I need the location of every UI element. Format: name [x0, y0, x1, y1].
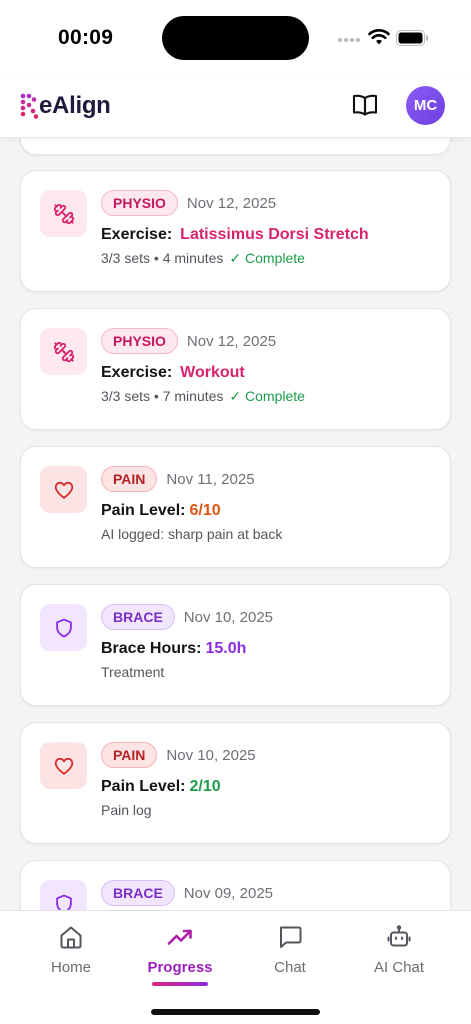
tab-home[interactable]: Home: [21, 923, 121, 995]
entry-date: Nov 12, 2025: [186, 332, 277, 350]
log-entry-card[interactable]: PAIN Nov 10, 2025 Pain Level: 2/10 Pain l…: [20, 722, 451, 844]
app-screen: 00:09 eAlign MC PHYSIO Nov 12, 2025 Exer…: [0, 0, 471, 1024]
entry-date: Nov 11, 2025: [166, 470, 255, 488]
user-avatar[interactable]: MC: [406, 86, 445, 125]
physio-icon-box: [40, 328, 87, 375]
brace-icon-box: [40, 604, 87, 651]
bottom-tab-bar: Home Progress Chat AI Chat: [0, 910, 471, 1024]
dumbbell-icon: [53, 341, 74, 362]
complete-status: ✓ Complete: [229, 250, 305, 266]
log-entry-card[interactable]: BRACE Nov 09, 2025: [20, 860, 451, 910]
category-badge: PAIN: [101, 466, 158, 492]
entry-detail: Pain log: [101, 802, 152, 818]
entry-detail: 3/3 sets • 4 minutes: [101, 250, 224, 266]
pain-icon-box: [40, 742, 87, 789]
category-badge: PHYSIO: [101, 190, 178, 216]
robot-icon: [387, 925, 411, 947]
dynamic-island: [162, 16, 309, 60]
entry-title: Exercise: Workout: [101, 364, 436, 382]
entry-title: Pain Level: 6/10: [101, 502, 436, 520]
home-icon: [60, 926, 82, 949]
logo-r-mark-icon: [20, 93, 38, 119]
dumbbell-icon: [53, 203, 74, 224]
app-header: eAlign MC: [0, 78, 471, 138]
entry-detail: AI logged: sharp pain at back: [101, 526, 283, 542]
log-entry-card[interactable]: BRACE Nov 10, 2025 Brace Hours: 15.0h Tre…: [20, 584, 451, 706]
entry-label: Exercise:: [101, 364, 173, 381]
log-entry-card[interactable]: PHYSIO Nov 12, 2025 Exercise: Workout 3/3…: [20, 308, 451, 430]
pain-icon-box: [40, 466, 87, 513]
entry-date: Nov 09, 2025: [183, 884, 274, 902]
entry-detail: 3/3 sets • 7 minutes: [101, 388, 224, 404]
entry-date: Nov 10, 2025: [166, 746, 256, 764]
realign-logo[interactable]: eAlign: [20, 91, 111, 121]
entry-value: 2/10: [189, 778, 221, 795]
logo-text: eAlign: [39, 92, 111, 119]
chat-bubble-icon: [280, 926, 302, 948]
entry-label: Brace Hours:: [101, 640, 202, 657]
status-time: 00:09: [58, 26, 114, 49]
tab-ai-chat[interactable]: AI Chat: [349, 923, 449, 995]
complete-status: ✓ Complete: [229, 388, 305, 404]
shield-icon: [55, 894, 72, 910]
entry-detail: Treatment: [101, 664, 165, 680]
entry-label: Exercise:: [101, 226, 173, 243]
tab-ai-chat-label: AI Chat: [373, 959, 425, 976]
entry-label: Pain Level:: [101, 778, 186, 795]
tab-chat[interactable]: Chat: [240, 923, 340, 995]
entry-label: Pain Level:: [101, 502, 186, 519]
shield-icon: [55, 618, 72, 637]
entry-title: Brace Hours: 15.0h: [101, 640, 436, 658]
tab-chat-label: Chat: [274, 959, 306, 976]
entry-title: Pain Level: 2/10: [101, 778, 436, 796]
brace-icon-box: [40, 880, 87, 910]
cellular-signal-icon: [338, 38, 360, 42]
entry-value: Latissimus Dorsi Stretch: [180, 226, 369, 243]
heart-icon: [54, 757, 73, 775]
open-book-icon[interactable]: [352, 93, 378, 117]
entry-value: Workout: [180, 364, 245, 381]
entry-detail-row: 3/3 sets • 7 minutes ✓ Complete: [101, 388, 436, 405]
log-entry-card[interactable]: [20, 138, 451, 155]
category-badge: PHYSIO: [101, 328, 178, 354]
heart-icon: [54, 481, 73, 499]
active-tab-indicator: [152, 982, 208, 986]
log-entry-card[interactable]: PAIN Nov 11, 2025 Pain Level: 6/10 AI log…: [20, 446, 451, 568]
entry-title: Exercise: Latissimus Dorsi Stretch: [101, 226, 436, 244]
tab-progress-label: Progress: [147, 959, 213, 976]
entry-date: Nov 10, 2025: [183, 608, 274, 626]
log-entry-card[interactable]: PHYSIO Nov 12, 2025 Exercise: Latissimus …: [20, 170, 451, 292]
home-indicator[interactable]: [151, 1009, 320, 1015]
tab-home-label: Home: [50, 959, 91, 976]
battery-icon: [396, 30, 429, 46]
tab-progress[interactable]: Progress: [130, 923, 230, 995]
entry-detail-row: 3/3 sets • 4 minutes ✓ Complete: [101, 250, 436, 267]
entry-date: Nov 12, 2025: [186, 194, 277, 212]
trending-up-icon: [167, 929, 192, 945]
entry-value: 6/10: [189, 502, 221, 519]
category-badge: BRACE: [101, 604, 175, 630]
category-badge: BRACE: [101, 880, 175, 906]
entry-value: 15.0h: [205, 640, 247, 657]
wifi-icon: [368, 29, 390, 45]
status-bar: 00:09: [0, 0, 471, 78]
progress-log-feed[interactable]: PHYSIO Nov 12, 2025 Exercise: Latissimus …: [0, 138, 471, 910]
category-badge: PAIN: [101, 742, 158, 768]
physio-icon-box: [40, 190, 87, 237]
